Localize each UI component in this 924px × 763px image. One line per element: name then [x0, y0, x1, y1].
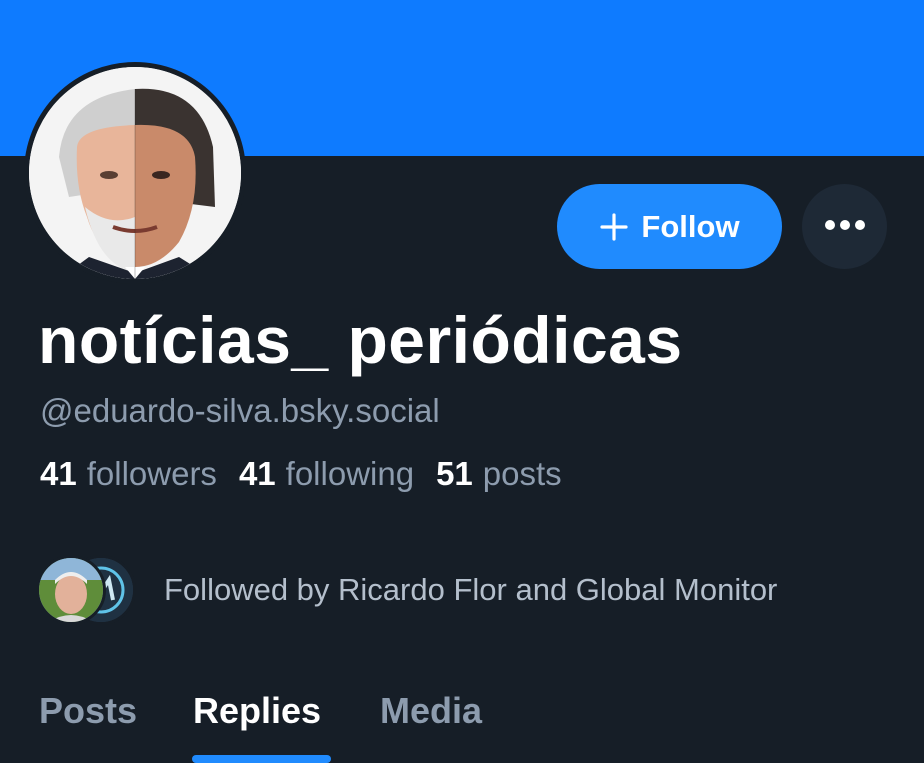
posts-label: posts: [482, 455, 562, 492]
profile-avatar[interactable]: [24, 62, 246, 284]
tab-media[interactable]: Media: [380, 690, 482, 732]
posts-count: 51: [436, 455, 473, 492]
display-name: notícias_ periódicas: [38, 303, 683, 377]
posts-stat: 51 posts: [436, 455, 562, 493]
tab-replies[interactable]: Replies: [193, 690, 321, 732]
following-count: 41: [238, 455, 276, 492]
follow-button[interactable]: Follow: [557, 184, 782, 269]
tab-posts[interactable]: Posts: [39, 690, 137, 732]
follower-avatar-ricardo-flor: [36, 555, 106, 625]
profile-handle: @eduardo-silva.bsky.social: [40, 392, 440, 429]
profile-tabs: Posts Replies Media: [0, 680, 924, 763]
avatar-image: [29, 67, 241, 279]
profile-stats: 41 followers 41 following 51 posts: [40, 455, 562, 493]
following-stat[interactable]: 41 following: [239, 455, 414, 493]
followers-label: followers: [86, 455, 217, 492]
known-followers-text: Followed by Ricardo Flor and Global Moni…: [164, 572, 778, 607]
plus-icon: [599, 212, 629, 242]
known-followers-avatars: [36, 554, 142, 626]
profile-page: Follow notícias_ periódicas @eduardo-sil…: [0, 0, 924, 763]
follow-label: Follow: [641, 208, 740, 244]
known-followers[interactable]: Followed by Ricardo Flor and Global Moni…: [36, 554, 778, 626]
ellipsis-icon: [824, 219, 866, 234]
more-options-button[interactable]: [802, 184, 887, 269]
active-tab-indicator: [192, 755, 331, 763]
following-label: following: [285, 455, 415, 492]
followers-count: 41: [40, 455, 77, 492]
followers-stat[interactable]: 41 followers: [40, 455, 217, 493]
